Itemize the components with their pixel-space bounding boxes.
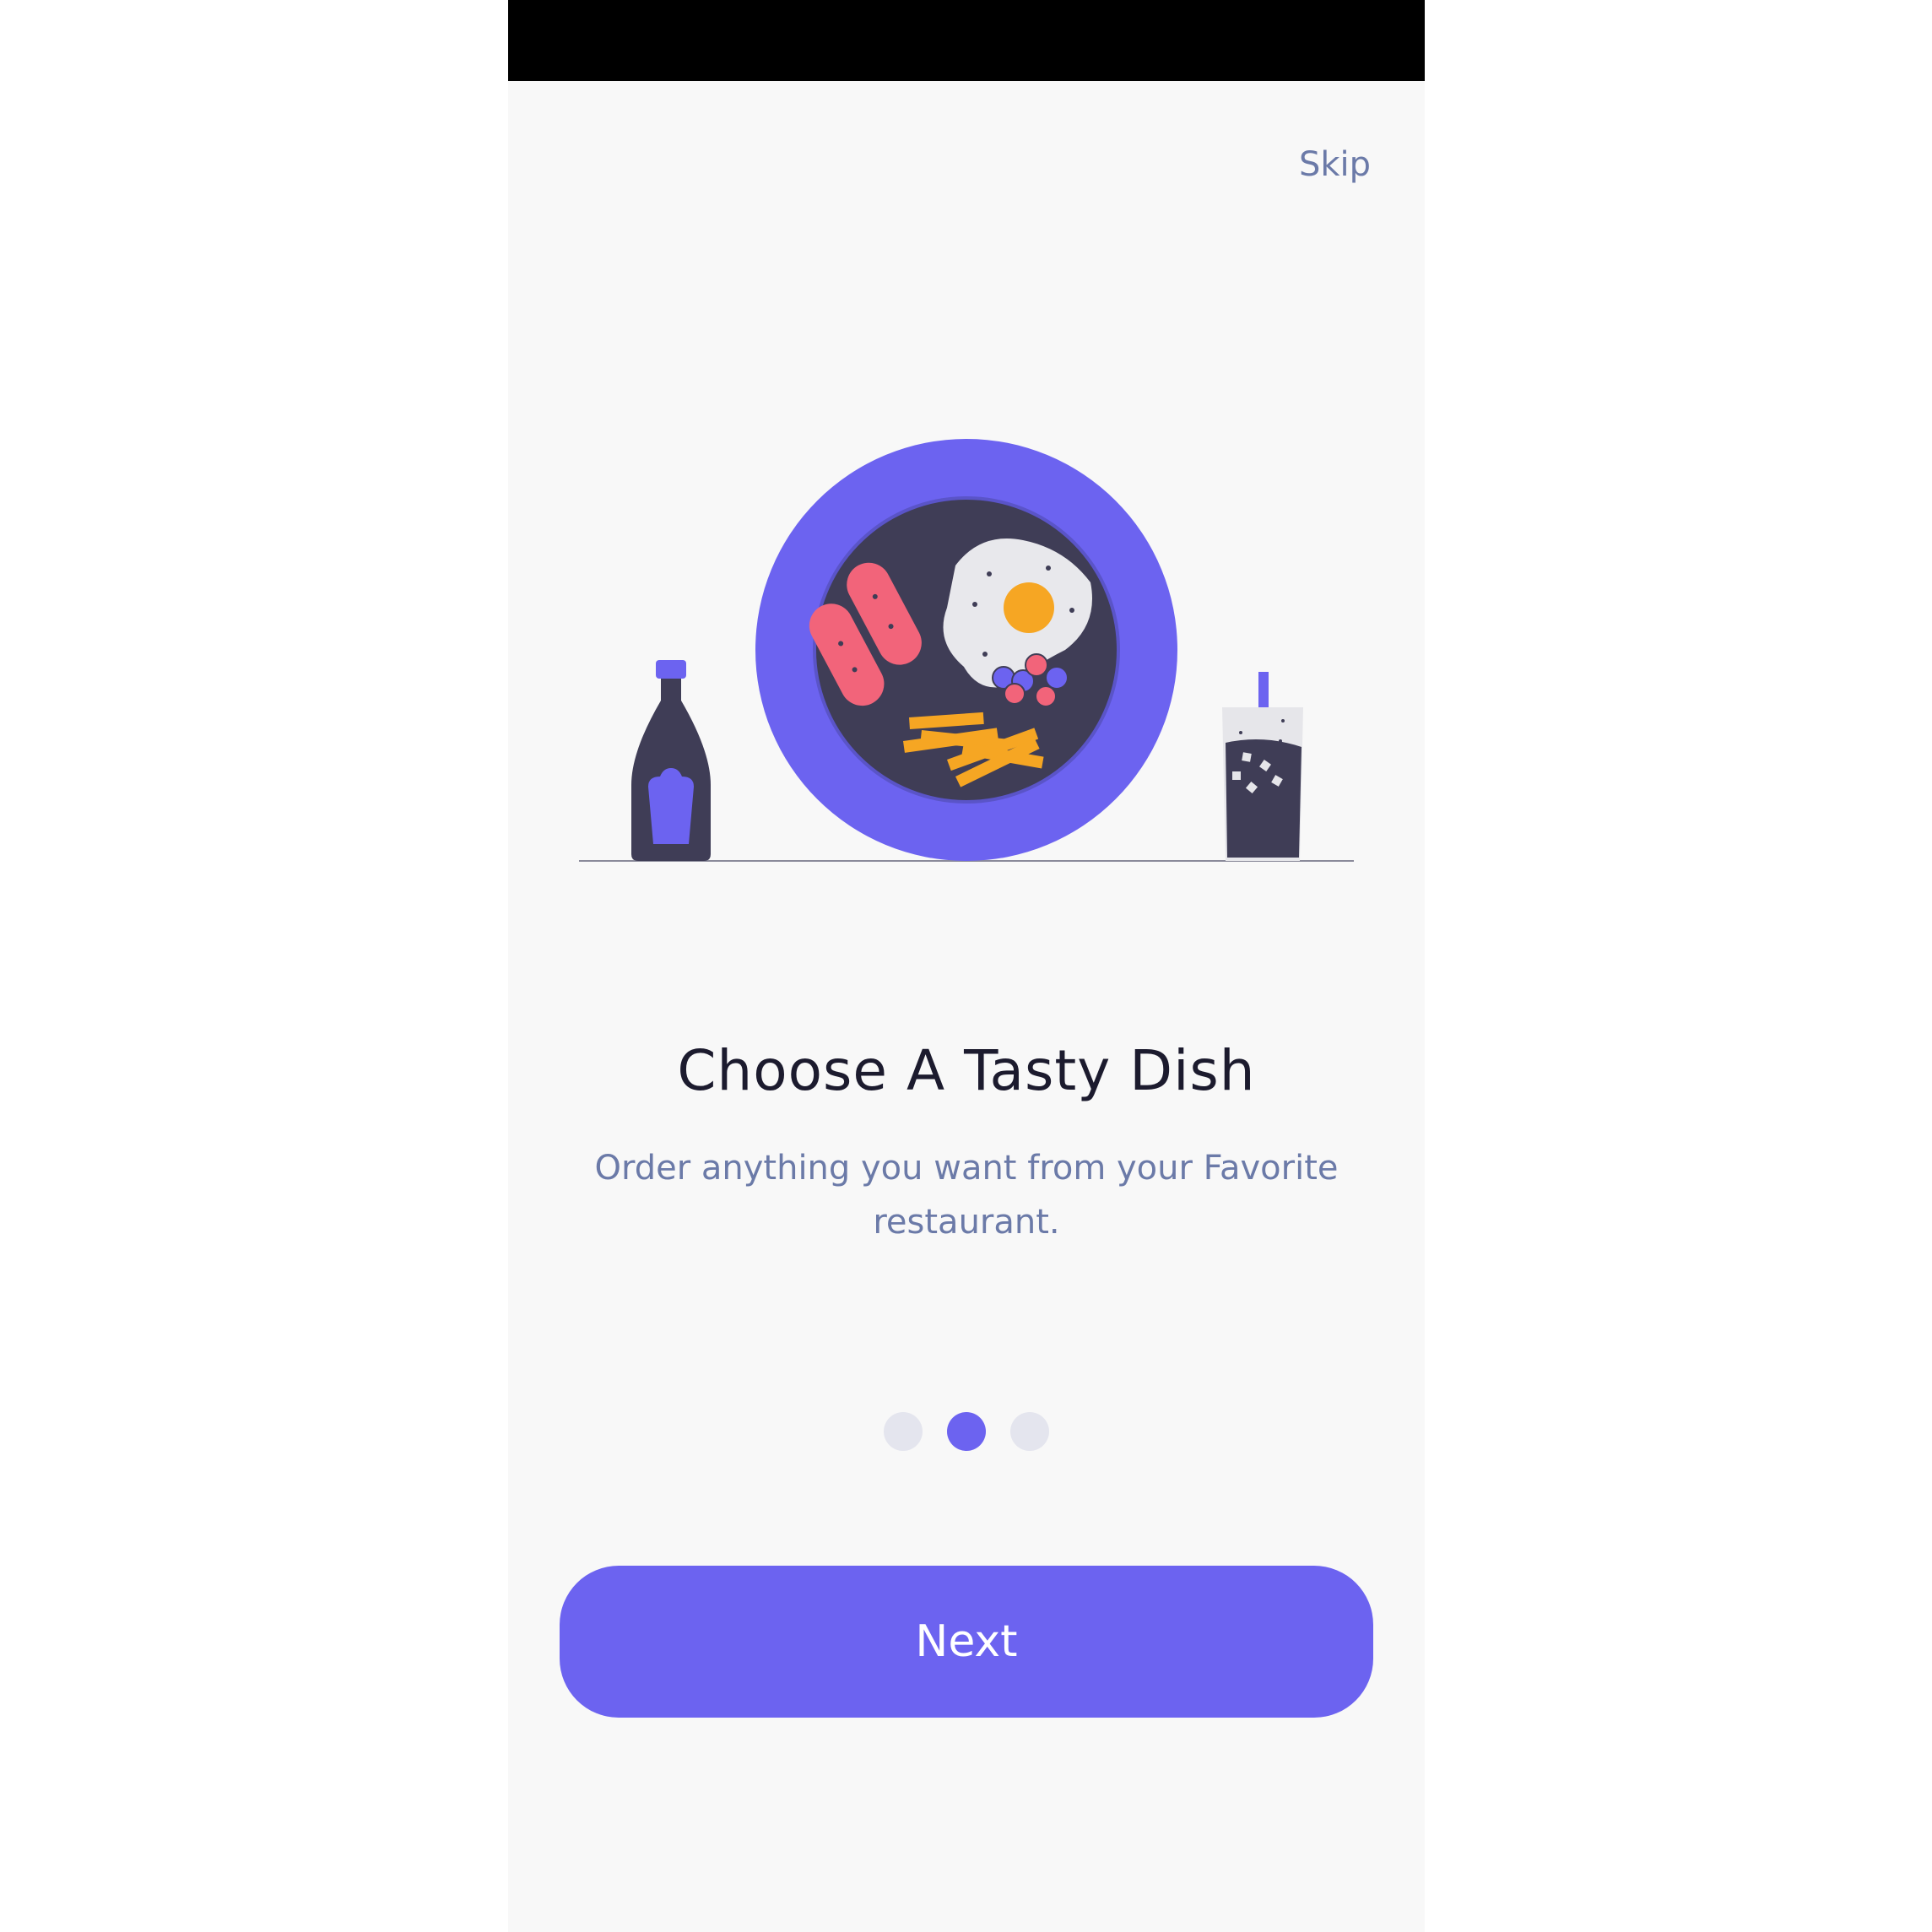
drink-glass-icon (1222, 672, 1303, 861)
page-indicator (508, 1412, 1425, 1451)
next-button-label: Next (915, 1616, 1018, 1667)
onboarding-title: Choose A Tasty Dish (677, 1038, 1256, 1103)
page-dot-3[interactable] (1010, 1412, 1049, 1451)
status-bar (508, 0, 1425, 81)
page-dot-2[interactable] (947, 1412, 986, 1451)
skip-button[interactable]: Skip (1299, 145, 1371, 184)
ketchup-bottle-icon (631, 660, 711, 861)
plate-icon (755, 439, 1177, 861)
onboarding-subtitle: Order anything you want from your Favori… (594, 1149, 1339, 1242)
page-dot-1[interactable] (884, 1412, 923, 1451)
next-button[interactable]: Next (560, 1566, 1373, 1718)
phone-screen: Skip Choose A Tasty Dish Order anything … (508, 0, 1425, 1932)
food-plate-illustration (579, 439, 1354, 862)
